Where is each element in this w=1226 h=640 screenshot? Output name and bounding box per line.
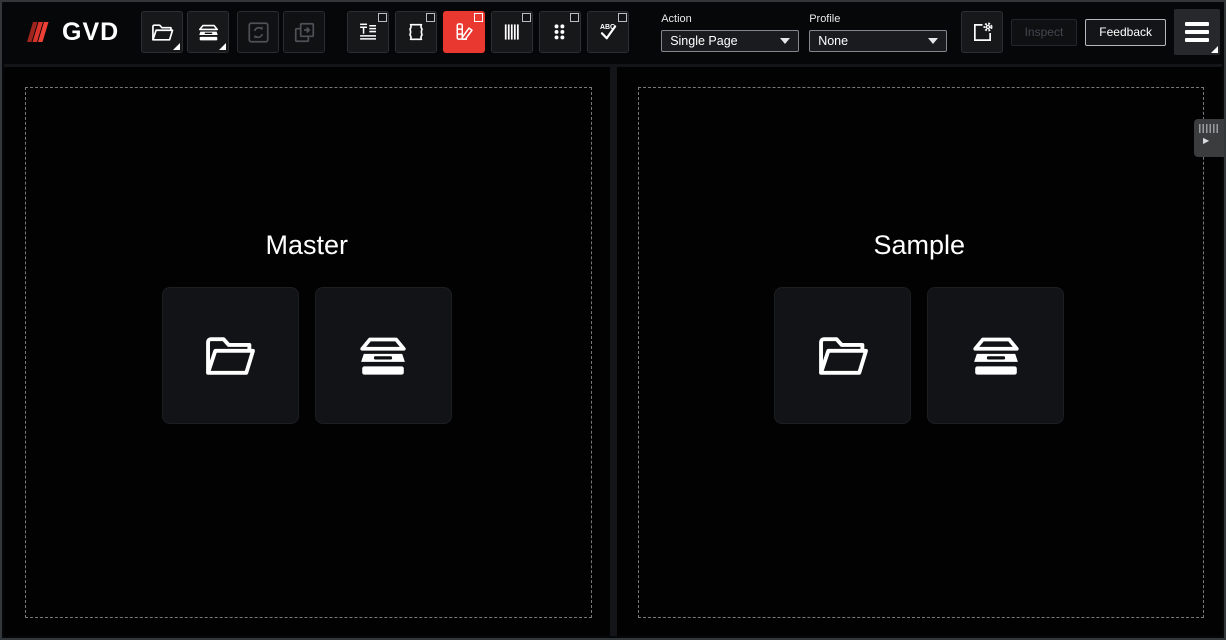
folder-open-icon xyxy=(199,325,261,387)
folder-open-icon xyxy=(812,325,874,387)
sample-panel: Sample xyxy=(617,67,1223,636)
report-settings-button[interactable] xyxy=(961,11,1003,53)
expand-right-arrow-icon: ▶ xyxy=(1194,137,1224,145)
color-swatches-icon xyxy=(451,19,477,45)
file-button-group xyxy=(141,11,229,53)
send-pages-button[interactable] xyxy=(283,11,325,53)
scanner-icon xyxy=(195,19,222,46)
chevron-down-icon xyxy=(928,38,938,44)
feedback-button[interactable]: Feedback xyxy=(1085,19,1166,46)
open-sample-file-button[interactable] xyxy=(774,287,911,424)
text-compare-button[interactable] xyxy=(347,11,389,53)
main-menu-button[interactable] xyxy=(1174,9,1220,55)
die-cut-checkbox[interactable] xyxy=(426,13,435,22)
barcode-check-button[interactable] xyxy=(491,11,533,53)
hamburger-icon xyxy=(1185,22,1209,26)
dropdown-corner-icon xyxy=(173,43,180,50)
profile-label: Profile xyxy=(809,13,947,25)
square-gear-icon xyxy=(969,19,996,46)
transfer-button-group xyxy=(237,11,325,53)
profile-select[interactable]: None xyxy=(809,30,947,52)
logo-text: GVD xyxy=(62,18,119,47)
app-window: GVD xyxy=(0,0,1226,640)
scanner-icon xyxy=(351,324,415,388)
braille-check-button[interactable] xyxy=(539,11,581,53)
action-label: Action xyxy=(661,13,799,25)
action-value: Single Page xyxy=(670,34,780,48)
sync-arrows-icon xyxy=(245,19,272,46)
braille-checkbox[interactable] xyxy=(570,13,579,22)
check-mode-group xyxy=(347,11,629,53)
app-logo: GVD xyxy=(22,17,119,47)
profile-field: Profile None xyxy=(809,13,947,52)
abc-checkmark-icon xyxy=(595,19,621,45)
master-panel-title: Master xyxy=(4,230,610,261)
action-select[interactable]: Single Page xyxy=(661,30,799,52)
open-file-button[interactable] xyxy=(141,11,183,53)
side-panel-handle[interactable]: ▶ xyxy=(1194,119,1224,157)
spellcheck-checkbox[interactable] xyxy=(618,13,627,22)
rescan-button[interactable] xyxy=(237,11,279,53)
main-area: Master Sample xyxy=(4,64,1222,636)
pages-arrow-icon xyxy=(291,19,318,46)
profile-value: None xyxy=(818,34,928,48)
inspect-button[interactable]: Inspect xyxy=(1011,19,1078,46)
chevron-down-icon xyxy=(780,38,790,44)
scan-master-button[interactable] xyxy=(315,287,452,424)
open-master-file-button[interactable] xyxy=(162,287,299,424)
die-cut-icon xyxy=(403,19,429,45)
braille-dots-icon xyxy=(547,19,573,45)
scanner-icon xyxy=(964,324,1028,388)
text-compare-checkbox[interactable] xyxy=(378,13,387,22)
spellcheck-button[interactable] xyxy=(587,11,629,53)
logo-icon xyxy=(22,17,52,47)
dropdown-corner-icon xyxy=(219,43,226,50)
master-panel: Master xyxy=(4,67,610,636)
action-field: Action Single Page xyxy=(661,13,799,52)
scan-button[interactable] xyxy=(187,11,229,53)
folder-open-icon xyxy=(149,19,176,46)
dropdown-corner-icon xyxy=(1211,46,1218,53)
grip-icon xyxy=(1199,124,1220,133)
color-compare-checkbox[interactable] xyxy=(474,13,483,22)
die-cut-compare-button[interactable] xyxy=(395,11,437,53)
barcode-icon xyxy=(499,19,525,45)
text-lines-icon xyxy=(355,19,381,45)
scan-sample-button[interactable] xyxy=(927,287,1064,424)
color-compare-button[interactable] xyxy=(443,11,485,53)
sample-panel-title: Sample xyxy=(617,230,1223,261)
barcode-checkbox[interactable] xyxy=(522,13,531,22)
toolbar: GVD xyxy=(2,2,1224,62)
